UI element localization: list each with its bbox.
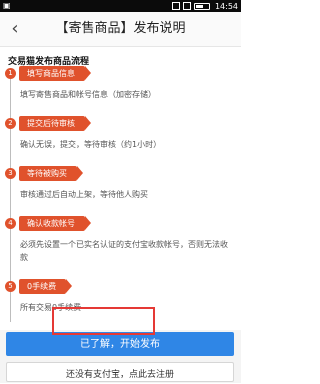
step-tag: 提交后待审核 (19, 116, 91, 131)
step-number: 5 (5, 281, 16, 292)
sim-icon (171, 2, 180, 10)
step-tag: 确认收款帐号 (19, 216, 91, 231)
header-bar: ‹ 【寄售商品】发布说明 (0, 12, 241, 47)
highlight-box (52, 307, 155, 335)
step-description: 填写寄售商品和帐号信息（加密存储） (20, 90, 156, 99)
page-title: 【寄售商品】发布说明 (55, 21, 186, 36)
battery-icon (193, 2, 210, 10)
signal-icon (182, 2, 191, 10)
step-number: 2 (5, 118, 16, 129)
button-area: 已了解，开始发布 还没有支付宝，点此去注册 (0, 330, 241, 383)
step-timeline: 1 填写商品信息 填写寄售商品和帐号信息（加密存储） 2 提交后待审核 确认无误… (0, 64, 241, 334)
step-description: 必须先设置一个已实名认证的支付宝收款帐号，否则无法收款 (20, 240, 228, 262)
start-publish-button[interactable]: 已了解，开始发布 (6, 332, 234, 356)
step-number: 1 (5, 68, 16, 79)
status-time: 14:54 (214, 1, 238, 11)
step-description: 确认无误，提交，等待审核（约1小时） (20, 140, 162, 149)
step-number: 3 (5, 168, 16, 179)
status-bar: ▣ 14:54 (0, 0, 241, 12)
notification-icon: ▣ (3, 1, 11, 10)
step-tag: 填写商品信息 (19, 66, 91, 81)
step-tag: 0手续费 (19, 279, 73, 294)
step-description: 审核通过后自动上架，等待他人购买 (20, 190, 148, 199)
status-icons: 14:54 (171, 0, 238, 12)
step-tag: 等待被购买 (19, 166, 83, 181)
register-alipay-button[interactable]: 还没有支付宝，点此去注册 (6, 362, 234, 382)
step-number: 4 (5, 218, 16, 229)
